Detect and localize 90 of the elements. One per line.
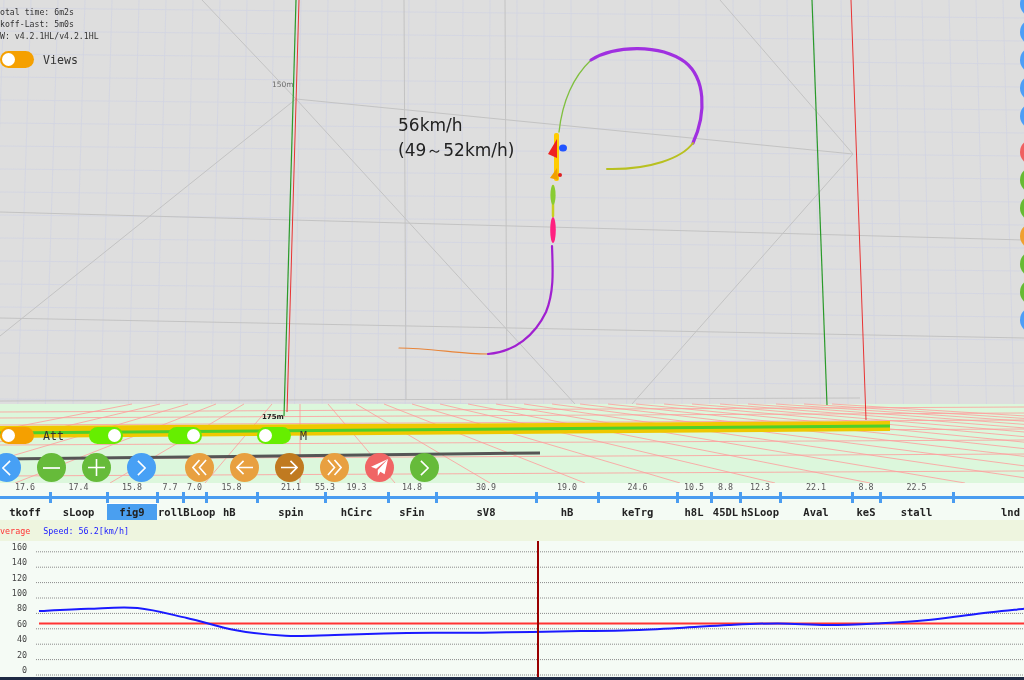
segment-tab[interactable]: hB (216, 503, 257, 520)
segment-value: 7.7 (162, 483, 178, 492)
tick-mark (181, 492, 185, 503)
segment-tab[interactable]: stall (880, 503, 953, 520)
axis-label: 0 (21, 665, 27, 675)
segment-tab[interactable]: tkoff (0, 503, 50, 520)
airplane-icon (548, 133, 567, 181)
segment-value: 7.0 (187, 483, 202, 492)
plus-icon (88, 459, 105, 476)
toggle-switch[interactable] (168, 427, 202, 444)
segment-tab[interactable]: hB (536, 503, 598, 520)
segment-value: 21.1 (281, 483, 301, 492)
segment-value: 22.5 (906, 483, 927, 492)
tick-mark (48, 492, 52, 503)
segment-tab[interactable]: rollB (157, 503, 190, 520)
segment-value: 14.8 (402, 483, 422, 492)
info-text: otal time: 6m2s (0, 6, 75, 18)
chevron-right-icon (137, 459, 146, 476)
segment-tab[interactable]: Aval (780, 503, 852, 520)
segment-tab[interactable]: sLoop (50, 503, 107, 520)
axis-label: 160 (11, 541, 27, 552)
segment-tab[interactable]: sFin (388, 503, 436, 520)
tick-mark (105, 492, 109, 503)
toggle-switch[interactable] (0, 51, 34, 68)
tick-mark (155, 492, 159, 503)
double-chevron-right-icon (327, 459, 342, 476)
tick-mark (878, 492, 882, 503)
tick-mark (434, 492, 438, 503)
segment-value: 19.3 (346, 483, 367, 492)
segment-tab[interactable]: spin (257, 503, 325, 520)
segment-tab[interactable]: sV8 (436, 503, 536, 520)
segment-value: 17.4 (68, 483, 89, 492)
speed-text: 56km/h (398, 114, 464, 137)
segment-value: 24.6 (627, 483, 648, 492)
chevron-right-icon (420, 459, 429, 476)
double-chevron-left-icon (192, 459, 207, 476)
segment-value: 15.8 (221, 483, 242, 492)
cursor-line[interactable] (537, 541, 540, 677)
tick-mark (255, 492, 259, 503)
axis-label: 100 (11, 588, 27, 598)
segment-tab[interactable]: lnd (953, 503, 1024, 520)
axis-label: 40 (16, 634, 27, 645)
tick-mark (850, 492, 854, 503)
axis-label: 20 (16, 649, 27, 660)
segment-value: 17.6 (15, 483, 35, 492)
segment-value: 8.8 (718, 483, 733, 492)
segment-tab[interactable]: 45DL (711, 503, 740, 520)
info-text: koff-Last: 5m0s (0, 18, 75, 30)
segment-value: 10.5 (684, 483, 704, 492)
axis-label: 120 (11, 572, 27, 583)
segment-tab[interactable]: h8L (677, 503, 711, 520)
tick-mark (675, 492, 679, 503)
tick-mark (596, 492, 600, 503)
info-text: W: v4.2.1HL/v4.2.1HL (0, 30, 99, 42)
legend-label: Speed: 56.2[km/h] (43, 525, 129, 536)
segment-tab[interactable]: keTrg (598, 503, 677, 520)
tick-mark (386, 492, 390, 503)
chevron-left-icon (2, 459, 11, 476)
tick-mark (323, 492, 327, 503)
tick-mark (204, 492, 208, 503)
segment-value: 55.3 (315, 483, 335, 492)
minus-icon (43, 466, 60, 469)
arrow-left-icon (236, 460, 253, 475)
segment-value: 30.9 (476, 483, 496, 492)
speed-range-text: (49～52km/h) (398, 139, 515, 162)
tick-mark (778, 492, 782, 503)
segment-tab[interactable]: Loop (190, 503, 216, 520)
arrow-right-icon (281, 460, 298, 475)
segment-tab[interactable]: hSLoop (740, 503, 780, 520)
segment-tab[interactable]: hCirc (325, 503, 388, 520)
toggle-label: Views (43, 52, 78, 67)
segment-value: 22.1 (806, 483, 826, 492)
toggle-switch[interactable] (89, 427, 123, 444)
axis-label: 140 (11, 557, 27, 568)
toggle-switch[interactable] (257, 427, 291, 444)
paper-plane-icon (371, 459, 388, 476)
segment-value: 8.8 (858, 483, 874, 492)
tick-mark (951, 492, 955, 503)
tick-mark (534, 492, 538, 503)
segment-tab[interactable]: fig9 (107, 503, 157, 520)
toggle-switch[interactable] (0, 427, 34, 444)
segment-value: 15.8 (122, 483, 142, 492)
segment-value: 19.0 (557, 483, 577, 492)
tick-mark (738, 492, 742, 503)
axis-label: 80 (16, 603, 27, 614)
tick-mark (709, 492, 713, 503)
legend-label: verage (0, 525, 31, 536)
axis-label: 60 (16, 618, 27, 629)
segment-value: 12.3 (750, 483, 770, 492)
segment-tab[interactable]: keS (852, 503, 880, 520)
